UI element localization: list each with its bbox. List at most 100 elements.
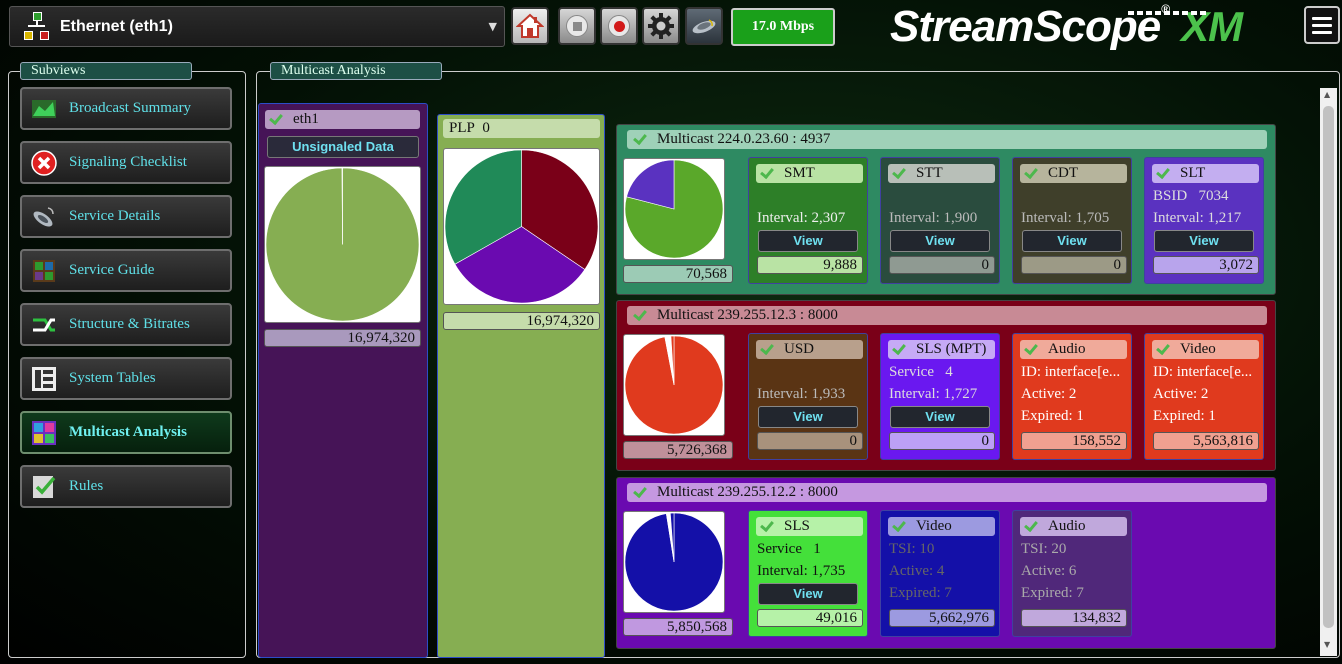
plp-label: PLP 0 (443, 119, 600, 138)
card-title: Video (1152, 340, 1259, 359)
grid-guide-icon (31, 258, 57, 284)
multicast-title: Multicast 239.255.12.3 : 8000 (627, 306, 1267, 325)
logo-text: StreamScope (890, 2, 1161, 51)
home-button[interactable] (511, 7, 549, 45)
unsignaled-data-button[interactable]: Unsignaled Data (267, 136, 419, 158)
multicast-title: Multicast 224.0.23.60 : 4937 (627, 130, 1267, 149)
multicast-title-text: Multicast 224.0.23.60 : 4937 (657, 131, 831, 147)
card-title-text: USD (784, 341, 815, 357)
view-button[interactable]: View (890, 406, 990, 428)
record-icon (608, 15, 630, 37)
multicast-group: Multicast 239.255.12.3 : 8000 5,726,368 US… (616, 300, 1276, 471)
multicast-title-text: Multicast 239.255.12.2 : 8000 (657, 484, 838, 500)
multicast-total: 70,568 (623, 265, 733, 283)
card-line: Interval: 1,217 (1153, 210, 1242, 226)
view-button[interactable]: View (1154, 230, 1254, 252)
record-button[interactable] (600, 7, 638, 45)
table-card: SLT BSID 7034 Interval: 1,217 View 3,072 (1144, 157, 1264, 284)
check-icon (635, 485, 649, 495)
plp-pie-box (443, 148, 600, 305)
multicast-title-text: Multicast 239.255.12.3 : 8000 (657, 307, 838, 323)
check-icon (1026, 342, 1040, 352)
card-title: STT (888, 164, 995, 183)
table-card: USD Interval: 1,933 View 0 (748, 333, 868, 460)
sidebar-item-service-details[interactable]: Service Details (20, 195, 232, 238)
network-select[interactable]: Ethernet (eth1) ▼ (9, 6, 505, 47)
card-title: SLT (1152, 164, 1259, 183)
check-icon (762, 342, 776, 352)
sidebar-item-signaling-checklist[interactable]: Signaling Checklist (20, 141, 232, 184)
multicast-pie-chart (624, 159, 724, 259)
card-title-text: Video (1180, 341, 1216, 357)
card-title: USD (756, 340, 863, 359)
multicast-group: Multicast 224.0.23.60 : 4937 70,568 SMT Int… (616, 124, 1276, 295)
table-card: SLS (MPT) Service 4 Interval: 1,727 View 0 (880, 333, 1000, 460)
check-icon (894, 519, 908, 529)
view-button[interactable]: View (758, 583, 858, 605)
view-button[interactable]: View (890, 230, 990, 252)
card-line: Active: 6 (1021, 563, 1077, 579)
plp-number: 0 (482, 120, 490, 136)
streamscope-logo: StreamScope® XM (890, 2, 1243, 51)
card-title-text: STT (916, 165, 943, 181)
table-card: SMT Interval: 2,307 View 9,888 (748, 157, 868, 284)
check-icon (635, 308, 649, 318)
stop-button[interactable] (558, 7, 596, 45)
card-line: Active: 4 (889, 563, 945, 579)
view-button[interactable]: View (758, 406, 858, 428)
menu-button[interactable] (1304, 6, 1340, 44)
multicast-analysis-title: Multicast Analysis (270, 62, 442, 80)
card-title: Video (888, 517, 995, 536)
multicast-title: Multicast 239.255.12.2 : 8000 (627, 483, 1267, 502)
scrollbar-thumb[interactable] (1323, 106, 1334, 628)
plp-name: PLP (449, 120, 475, 136)
check-icon (894, 342, 908, 352)
card-value: 0 (889, 432, 995, 450)
card-line: Expired: 1 (1153, 408, 1216, 424)
sidebar-item-system-tables[interactable]: System Tables (20, 357, 232, 400)
card-line: Service 1 (757, 540, 865, 558)
card-line-value: 1 (813, 541, 821, 557)
sidebar-item-structure-bitrates[interactable]: Structure & Bitrates (20, 303, 232, 346)
logo-stripes (1128, 11, 1208, 15)
satellite-button[interactable] (685, 7, 723, 45)
card-line: Expired: 7 (889, 585, 952, 601)
card-line: Interval: 1,900 (889, 210, 978, 226)
card-title-text: SMT (784, 165, 815, 181)
card-title-text: Audio (1048, 341, 1086, 357)
multicast-icon (31, 420, 57, 446)
multicast-pie-chart (624, 512, 724, 612)
card-value: 3,072 (1153, 256, 1259, 274)
sidebar-item-label: Multicast Analysis (69, 424, 187, 440)
plp-pie-chart (444, 149, 599, 304)
sidebar-item-label: Service Guide (69, 262, 155, 278)
sidebar-item-rules[interactable]: Rules (20, 465, 232, 508)
scroll-up-icon[interactable]: ▲ (1324, 90, 1330, 99)
table-card: Audio TSI: 20 Active: 6 Expired: 7 134,832 (1012, 510, 1132, 637)
table-card: Video ID: interface[e... Active: 2 Expired:… (1144, 333, 1264, 460)
settings-button[interactable] (642, 7, 680, 45)
view-button[interactable]: View (1022, 230, 1122, 252)
eth1-label: eth1 (265, 110, 420, 129)
table-card: SLS Service 1 Interval: 1,735 View 49,016 (748, 510, 868, 637)
rules-check-icon (31, 474, 57, 500)
sidebar-item-label: Structure & Bitrates (69, 316, 190, 332)
view-button[interactable]: View (758, 230, 858, 252)
chart-icon (31, 96, 57, 122)
card-line: Interval: 1,933 (757, 386, 846, 402)
sidebar-item-multicast-analysis[interactable]: Multicast Analysis (20, 411, 232, 454)
card-value: 49,016 (757, 609, 863, 627)
eth1-pie-chart (265, 167, 420, 322)
multicast-pie-chart (624, 335, 724, 435)
sidebar-item-broadcast-summary[interactable]: Broadcast Summary (20, 87, 232, 130)
table-card: STT Interval: 1,900 View 0 (880, 157, 1000, 284)
card-value: 134,832 (1021, 609, 1127, 627)
vertical-scrollbar[interactable]: ▲ ▼ (1320, 88, 1337, 656)
bitrate-value: 17.0 Mbps (751, 19, 815, 34)
scroll-down-icon[interactable]: ▼ (1324, 640, 1330, 649)
table-card: Video TSI: 10 Active: 4 Expired: 7 5,662,976 (880, 510, 1000, 637)
check-icon (635, 132, 649, 142)
card-title-text: Video (916, 518, 952, 534)
sidebar-item-service-guide[interactable]: Service Guide (20, 249, 232, 292)
eth1-pie-box (264, 166, 421, 323)
